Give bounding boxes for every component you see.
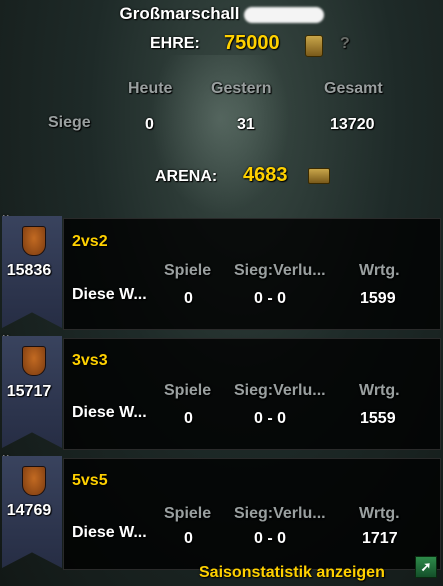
team-crest-icon: [22, 466, 46, 496]
arena-label: ARENA:: [155, 168, 218, 185]
team-rating: 15717: [6, 383, 52, 400]
arena-points-icon: [308, 168, 330, 184]
team-rating: 15836: [6, 262, 52, 279]
header-spiele: Spiele: [164, 505, 212, 522]
team-crest-icon: [22, 346, 46, 376]
row-label-diese-woche: Diese W...: [72, 286, 147, 303]
expand-arrow-icon[interactable]: ➚: [415, 556, 437, 578]
win-loss-value: 0 - 0: [254, 290, 287, 307]
header-sieg-verlust: Sieg:Verlu...: [234, 382, 326, 399]
team-crest-icon: [22, 226, 46, 256]
rating-value: 1559: [360, 410, 396, 427]
rank-title: Großmarschall: [119, 4, 240, 23]
bracket-title: 3vs3: [72, 352, 108, 369]
arena-value: 4683: [243, 164, 288, 186]
column-header-gesamt: Gesamt: [324, 80, 383, 97]
win-loss-value: 0 - 0: [254, 530, 287, 547]
help-icon[interactable]: ?: [340, 35, 350, 53]
header-spiele: Spiele: [164, 382, 212, 399]
header-wertung: Wrtg.: [359, 262, 400, 279]
background-art: [150, 55, 290, 215]
bracket-title: 5vs5: [72, 472, 108, 489]
win-loss-value: 0 - 0: [254, 410, 287, 427]
siege-gestern: 31: [237, 116, 255, 133]
header-spiele: Spiele: [164, 262, 212, 279]
header-sieg-verlust: Sieg:Verlu...: [234, 262, 326, 279]
siege-gesamt: 13720: [330, 116, 375, 133]
honor-emblem-icon: [305, 35, 323, 57]
column-header-heute: Heute: [128, 80, 173, 97]
rating-value: 1599: [360, 290, 396, 307]
row-label-siege: Siege: [48, 114, 91, 131]
header-sieg-verlust: Sieg:Verlu...: [234, 505, 326, 522]
games-value: 0: [184, 290, 193, 307]
games-value: 0: [184, 530, 193, 547]
column-header-gestern: Gestern: [211, 80, 272, 97]
rating-value: 1717: [362, 530, 398, 547]
honor-label: EHRE:: [150, 35, 200, 52]
bracket-title: 2vs2: [72, 233, 108, 250]
honor-value: 75000: [224, 32, 280, 54]
player-name-redacted: [243, 6, 324, 23]
row-label-diese-woche: Diese W...: [72, 524, 147, 541]
header-wertung: Wrtg.: [359, 505, 400, 522]
team-rating: 14769: [6, 502, 52, 519]
row-label-diese-woche: Diese W...: [72, 404, 147, 421]
games-value: 0: [184, 410, 193, 427]
siege-heute: 0: [145, 116, 154, 133]
player-title: Großmarschall: [0, 4, 443, 24]
header-wertung: Wrtg.: [359, 382, 400, 399]
season-stats-link[interactable]: Saisonstatistik anzeigen: [199, 564, 385, 582]
